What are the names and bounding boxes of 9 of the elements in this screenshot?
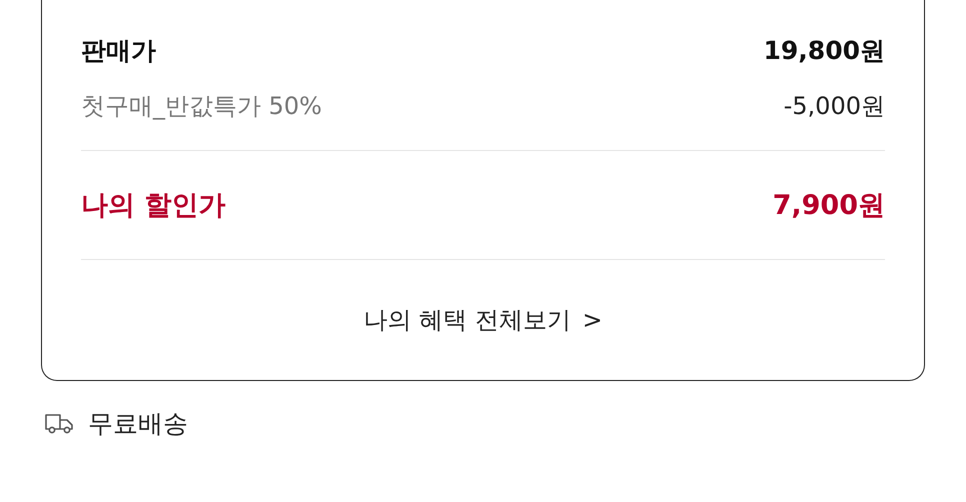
price-amount: 7,900원 [772,189,885,223]
price-amount: -5,000원 [784,91,885,122]
price-amount: 19,800원 [764,34,885,66]
all-benefits-link[interactable]: 나의 혜택 전체보기 > [364,304,602,336]
price-label: 판매가 [81,34,156,66]
price-label: 나의 할인가 [81,189,226,223]
free-shipping-label: 무료배송 [88,408,188,440]
truck-icon [44,412,76,434]
price-label: 첫구매_반값특가 50% [81,91,322,122]
